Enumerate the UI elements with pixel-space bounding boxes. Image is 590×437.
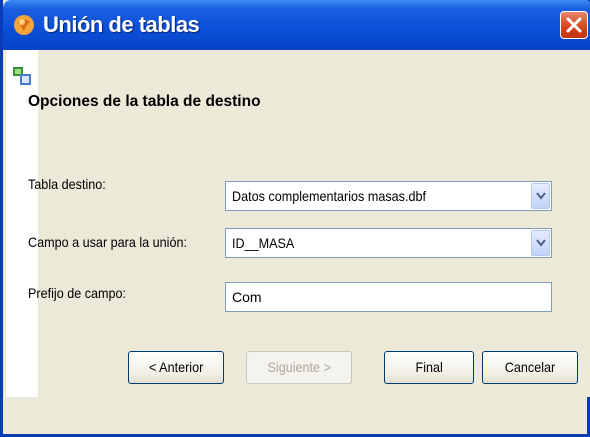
tabla-destino-select[interactable]: Datos complementarios masas.dbf (225, 181, 552, 211)
prefijo-field[interactable] (225, 282, 552, 312)
layers-icon (12, 66, 32, 86)
title-bar[interactable]: Unión de tablas (3, 0, 590, 50)
tabla-destino-dropdown-button[interactable] (531, 183, 550, 209)
siguiente-button[interactable]: Siguiente > (246, 351, 352, 384)
anterior-button[interactable]: < Anterior (128, 351, 224, 384)
anterior-button-label: < Anterior (148, 359, 204, 375)
cancelar-button-label: Cancelar (504, 359, 556, 375)
final-button[interactable]: Final (384, 351, 474, 384)
window-title: Unión de tablas (43, 12, 200, 37)
dialog-window: Unión de tablas Opciones de la tabla de … (0, 0, 590, 437)
final-button-label: Final (415, 359, 443, 375)
siguiente-button-label: Siguiente > (267, 359, 331, 375)
cancelar-button[interactable]: Cancelar (482, 351, 578, 384)
close-icon (566, 17, 582, 33)
tabla-destino-value: Datos complementarios masas.dbf (232, 188, 426, 204)
section-title: Opciones de la tabla de destino (28, 93, 261, 110)
prefijo-label: Prefijo de campo: (28, 285, 127, 301)
prefijo-input[interactable] (226, 283, 551, 311)
chevron-down-icon (536, 239, 546, 247)
globe-icon (12, 13, 36, 37)
tabla-destino-label: Tabla destino: (28, 176, 106, 192)
campo-union-select[interactable]: ID__MASA (225, 228, 552, 258)
campo-union-value: ID__MASA (232, 235, 295, 251)
campo-union-label: Campo a usar para la unión: (28, 234, 188, 250)
campo-union-dropdown-button[interactable] (531, 230, 550, 256)
chevron-down-icon (536, 192, 546, 200)
close-button[interactable] (560, 11, 588, 39)
